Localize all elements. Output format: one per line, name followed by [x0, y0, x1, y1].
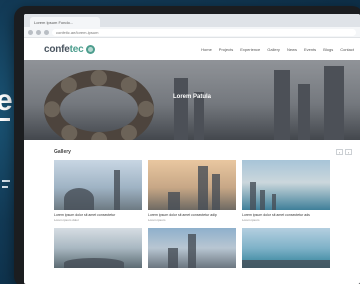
hero-banner: Lorem Patula — [24, 60, 360, 140]
gallery-thumbnail[interactable] — [242, 228, 330, 268]
hero-overlay — [24, 60, 360, 140]
gallery-card[interactable]: Lorem ipsum dolor sit amet consectetur a… — [242, 160, 330, 222]
side-text-line — [2, 186, 8, 188]
gallery-thumbnail[interactable] — [148, 228, 236, 268]
section-title: Gallery — [54, 149, 71, 155]
address-bar[interactable]: confetic.ae/lorem-ipsum — [52, 28, 356, 36]
back-icon[interactable] — [28, 29, 33, 35]
nav-item-experience[interactable]: Experience — [240, 47, 260, 52]
browser-tab-bar: Lorem Ipsum Fondo... — [24, 14, 360, 27]
card-subtitle: Lorem ipsum — [242, 218, 260, 222]
nav-item-contact[interactable]: Contact — [340, 47, 354, 52]
nav-item-home[interactable]: Home — [201, 47, 212, 52]
prev-arrow-icon[interactable]: ‹ — [336, 149, 343, 155]
gallery-card[interactable]: Lorem ipsum dolor sit amet consectetur a… — [148, 160, 236, 222]
site-header: confetec Home Projects Experience Galler… — [24, 38, 360, 60]
side-heading-fragment: e — [0, 84, 13, 117]
tablet-screen: Lorem Ipsum Fondo... confetic.ae/lorem-i… — [24, 14, 360, 284]
nav-item-events[interactable]: Events — [304, 47, 316, 52]
gallery-thumbnail[interactable] — [148, 160, 236, 210]
browser-address-row: confetic.ae/lorem-ipsum — [24, 27, 360, 38]
card-subtitle: Lorem ipsum dolor — [54, 218, 79, 222]
carousel-controls: ‹ › — [336, 149, 352, 155]
site-logo[interactable]: confetec — [44, 44, 95, 55]
gallery-thumbnail[interactable] — [242, 160, 330, 210]
browser-tab[interactable]: Lorem Ipsum Fondo... — [30, 17, 100, 27]
gallery-card[interactable]: Lorem ipsum dolor sit amet consectetur L… — [54, 160, 142, 222]
section-header: Gallery ‹ › — [54, 146, 352, 158]
nav-item-projects[interactable]: Projects — [219, 47, 233, 52]
nav-item-gallery[interactable]: Gallery — [267, 47, 280, 52]
reload-icon[interactable] — [44, 29, 49, 35]
gallery-section: Gallery ‹ › Lorem ipsum dolor sit amet c… — [24, 140, 360, 268]
gallery-thumbnail[interactable] — [54, 160, 142, 210]
gallery-grid: Lorem ipsum dolor sit amet consectetur L… — [54, 160, 352, 222]
forward-icon[interactable] — [36, 29, 41, 35]
nav-item-news[interactable]: News — [287, 47, 297, 52]
main-nav: Home Projects Experience Gallery News Ev… — [201, 47, 354, 52]
logo-icon — [85, 44, 95, 54]
card-caption[interactable]: Lorem ipsum dolor sit amet consectetur a… — [148, 213, 236, 217]
gallery-grid-row — [54, 228, 352, 268]
card-subtitle: Lorem ipsum — [148, 218, 166, 222]
nav-item-blogs[interactable]: Blogs — [323, 47, 333, 52]
side-underline — [0, 118, 10, 121]
hero-title: Lorem Patula — [172, 94, 211, 100]
next-arrow-icon[interactable]: › — [345, 149, 352, 155]
card-caption[interactable]: Lorem ipsum dolor sit amet consectetur — [54, 213, 142, 217]
gallery-thumbnail[interactable] — [54, 228, 142, 268]
logo-text: confetec — [44, 43, 84, 55]
side-text-line — [2, 180, 10, 182]
card-caption[interactable]: Lorem ipsum dolor sit amet consectetur a… — [242, 213, 330, 217]
